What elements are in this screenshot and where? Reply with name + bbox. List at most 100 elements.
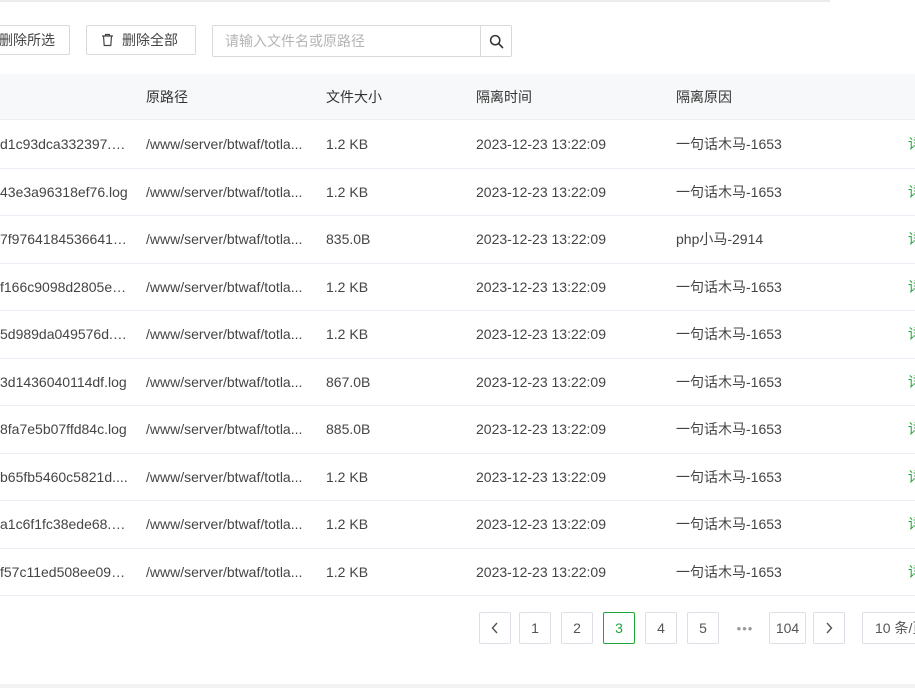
search-input[interactable] — [213, 26, 481, 56]
cell-original-path: /www/server/btwaf/totla... — [146, 183, 303, 200]
page-size-label: 10 条/页 — [875, 620, 915, 636]
next-page-button[interactable] — [813, 612, 845, 644]
pagination: 1 2 3 4 5 ••• 104 10 条/页 — [0, 612, 915, 644]
cell-original-path: /www/server/btwaf/totla... — [146, 231, 303, 247]
search-box — [212, 25, 512, 57]
cell-file-size: 1.2 KB — [326, 563, 369, 580]
column-header-path[interactable]: 原路径 — [146, 74, 188, 120]
cell-quarantine-time: 2023-12-23 13:22:09 — [476, 326, 606, 342]
cell-quarantine-time: 2023-12-23 13:22:09 — [476, 516, 606, 532]
cell-original-path: /www/server/btwaf/totla... — [146, 373, 303, 390]
cell-filename[interactable]: 3d1436040114df.log — [0, 359, 128, 406]
cell-quarantine-time: 2023-12-23 13:22:09 — [476, 421, 606, 437]
table-row: d1c93dca332397.log/www/server/btwaf/totl… — [0, 121, 915, 169]
cell-filename[interactable]: 7f9764184536641.l... — [0, 216, 128, 263]
cell-file-size: 835.0B — [326, 231, 371, 247]
cell-filename[interactable]: 5d989da049576d.log — [0, 311, 128, 358]
table-row: 7f9764184536641.l... /www/server/btwaf/to… — [0, 216, 915, 264]
page-button-4[interactable]: 4 — [645, 612, 677, 644]
details-link[interactable]: 详 — [908, 169, 915, 216]
cell-quarantine-reason: 一句话木马-1653 — [676, 278, 782, 295]
details-link[interactable]: 详 — [908, 501, 915, 548]
details-link[interactable]: 详 — [908, 121, 915, 168]
table-row: a1c6f1fc38ede68.log/www/server/btwaf/tot… — [0, 501, 915, 549]
cell-filename[interactable]: b65fb5460c5821d.... — [0, 454, 128, 501]
cell-original-path: /www/server/btwaf/totla... — [146, 468, 303, 485]
page-size-select[interactable]: 10 条/页 — [862, 612, 915, 644]
cell-original-path: /www/server/btwaf/totla... — [146, 278, 303, 295]
delete-all-label: 删除全部 — [122, 32, 178, 48]
toolbar: 删除所选 删除全部 — [0, 25, 915, 57]
cell-quarantine-reason: 一句话木马-1653 — [676, 563, 782, 580]
cell-filename[interactable]: a1c6f1fc38ede68.log — [0, 501, 128, 548]
cell-quarantine-reason: php小马-2914 — [676, 231, 764, 247]
table-row: 43e3a96318ef76.log/www/server/btwaf/totl… — [0, 169, 915, 216]
prev-page-button[interactable] — [479, 612, 511, 644]
cell-original-path: /www/server/btwaf/totla... — [146, 136, 303, 152]
cell-file-size: 867.0B — [326, 373, 371, 390]
search-button[interactable] — [480, 26, 511, 56]
cell-quarantine-time: 2023-12-23 13:22:09 — [476, 231, 606, 247]
column-header-time[interactable]: 隔离时间 — [476, 74, 532, 120]
cell-original-path: /www/server/btwaf/totla... — [146, 421, 303, 437]
delete-selected-label: 删除所选 — [0, 32, 55, 48]
cell-file-size: 1.2 KB — [326, 136, 369, 152]
details-link[interactable]: 详 — [908, 264, 915, 311]
cell-filename[interactable]: f57c11ed508ee09.l... — [0, 549, 128, 596]
details-link[interactable]: 详 — [908, 406, 915, 453]
cell-quarantine-reason: 一句话木马-1653 — [676, 373, 782, 390]
trash-icon — [102, 33, 113, 47]
cell-filename[interactable]: f166c9098d2805e.l... — [0, 264, 128, 311]
chevron-left-icon — [491, 622, 498, 634]
table-row: 5d989da049576d.log/www/server/btwaf/totl… — [0, 311, 915, 359]
page-button-5[interactable]: 5 — [687, 612, 719, 644]
table-row: f166c9098d2805e.l... /www/server/btwaf/to… — [0, 264, 915, 311]
cell-filename[interactable]: 43e3a96318ef76.log — [0, 169, 128, 216]
cell-quarantine-reason: 一句话木马-1653 — [676, 421, 782, 437]
cell-quarantine-reason: 一句话木马-1653 — [676, 326, 782, 342]
top-divider — [0, 0, 915, 2]
cell-quarantine-time: 2023-12-23 13:22:09 — [476, 136, 606, 152]
cell-filename[interactable]: d1c93dca332397.log — [0, 121, 128, 168]
cell-filename[interactable]: 8fa7e5b07ffd84c.log — [0, 406, 128, 453]
table-row: b65fb5460c5821d.... /www/server/btwaf/tot… — [0, 454, 915, 501]
cell-quarantine-time: 2023-12-23 13:22:09 — [476, 373, 606, 390]
column-header-size[interactable]: 文件大小 — [326, 74, 382, 120]
page-button-1[interactable]: 1 — [519, 612, 551, 644]
cell-quarantine-reason: 一句话木马-1653 — [676, 468, 782, 485]
cell-quarantine-time: 2023-12-23 13:22:09 — [476, 563, 606, 580]
chevron-right-icon — [826, 622, 833, 634]
table-row: 3d1436040114df.log/www/server/btwaf/totl… — [0, 359, 915, 406]
column-header-reason[interactable]: 隔离原因 — [676, 74, 732, 120]
page-button-2[interactable]: 2 — [561, 612, 593, 644]
cell-quarantine-reason: 一句话木马-1653 — [676, 516, 782, 532]
table-header: 原路径 文件大小 隔离时间 隔离原因 — [0, 74, 915, 120]
cell-original-path: /www/server/btwaf/totla... — [146, 563, 303, 580]
search-icon — [489, 34, 503, 48]
more-pages-ellipsis[interactable]: ••• — [729, 612, 761, 644]
cell-original-path: /www/server/btwaf/totla... — [146, 516, 303, 532]
cell-file-size: 1.2 KB — [326, 326, 369, 342]
details-link[interactable]: 详 — [908, 359, 915, 406]
page-button-3-current[interactable]: 3 — [603, 612, 635, 644]
cell-file-size: 1.2 KB — [326, 468, 369, 485]
bottom-divider — [0, 684, 915, 688]
cell-file-size: 1.2 KB — [326, 183, 369, 200]
cell-quarantine-reason: 一句话木马-1653 — [676, 183, 782, 200]
cell-quarantine-reason: 一句话木马-1653 — [676, 136, 782, 152]
delete-selected-button[interactable]: 删除所选 — [0, 25, 70, 55]
cell-file-size: 1.2 KB — [326, 516, 369, 532]
cell-quarantine-time: 2023-12-23 13:22:09 — [476, 183, 606, 200]
table-row: f57c11ed508ee09.l... /www/server/btwaf/to… — [0, 549, 915, 596]
details-link[interactable]: 详 — [908, 454, 915, 501]
details-link[interactable]: 详 — [908, 311, 915, 358]
delete-all-button[interactable]: 删除全部 — [86, 25, 196, 55]
cell-file-size: 1.2 KB — [326, 278, 369, 295]
cell-quarantine-time: 2023-12-23 13:22:09 — [476, 468, 606, 485]
page-button-last[interactable]: 104 — [769, 612, 806, 644]
details-link[interactable]: 详 — [908, 549, 915, 596]
table-row: 8fa7e5b07ffd84c.log/www/server/btwaf/tot… — [0, 406, 915, 454]
cell-file-size: 885.0B — [326, 421, 371, 437]
details-link[interactable]: 详 — [908, 216, 915, 263]
cell-quarantine-time: 2023-12-23 13:22:09 — [476, 278, 606, 295]
